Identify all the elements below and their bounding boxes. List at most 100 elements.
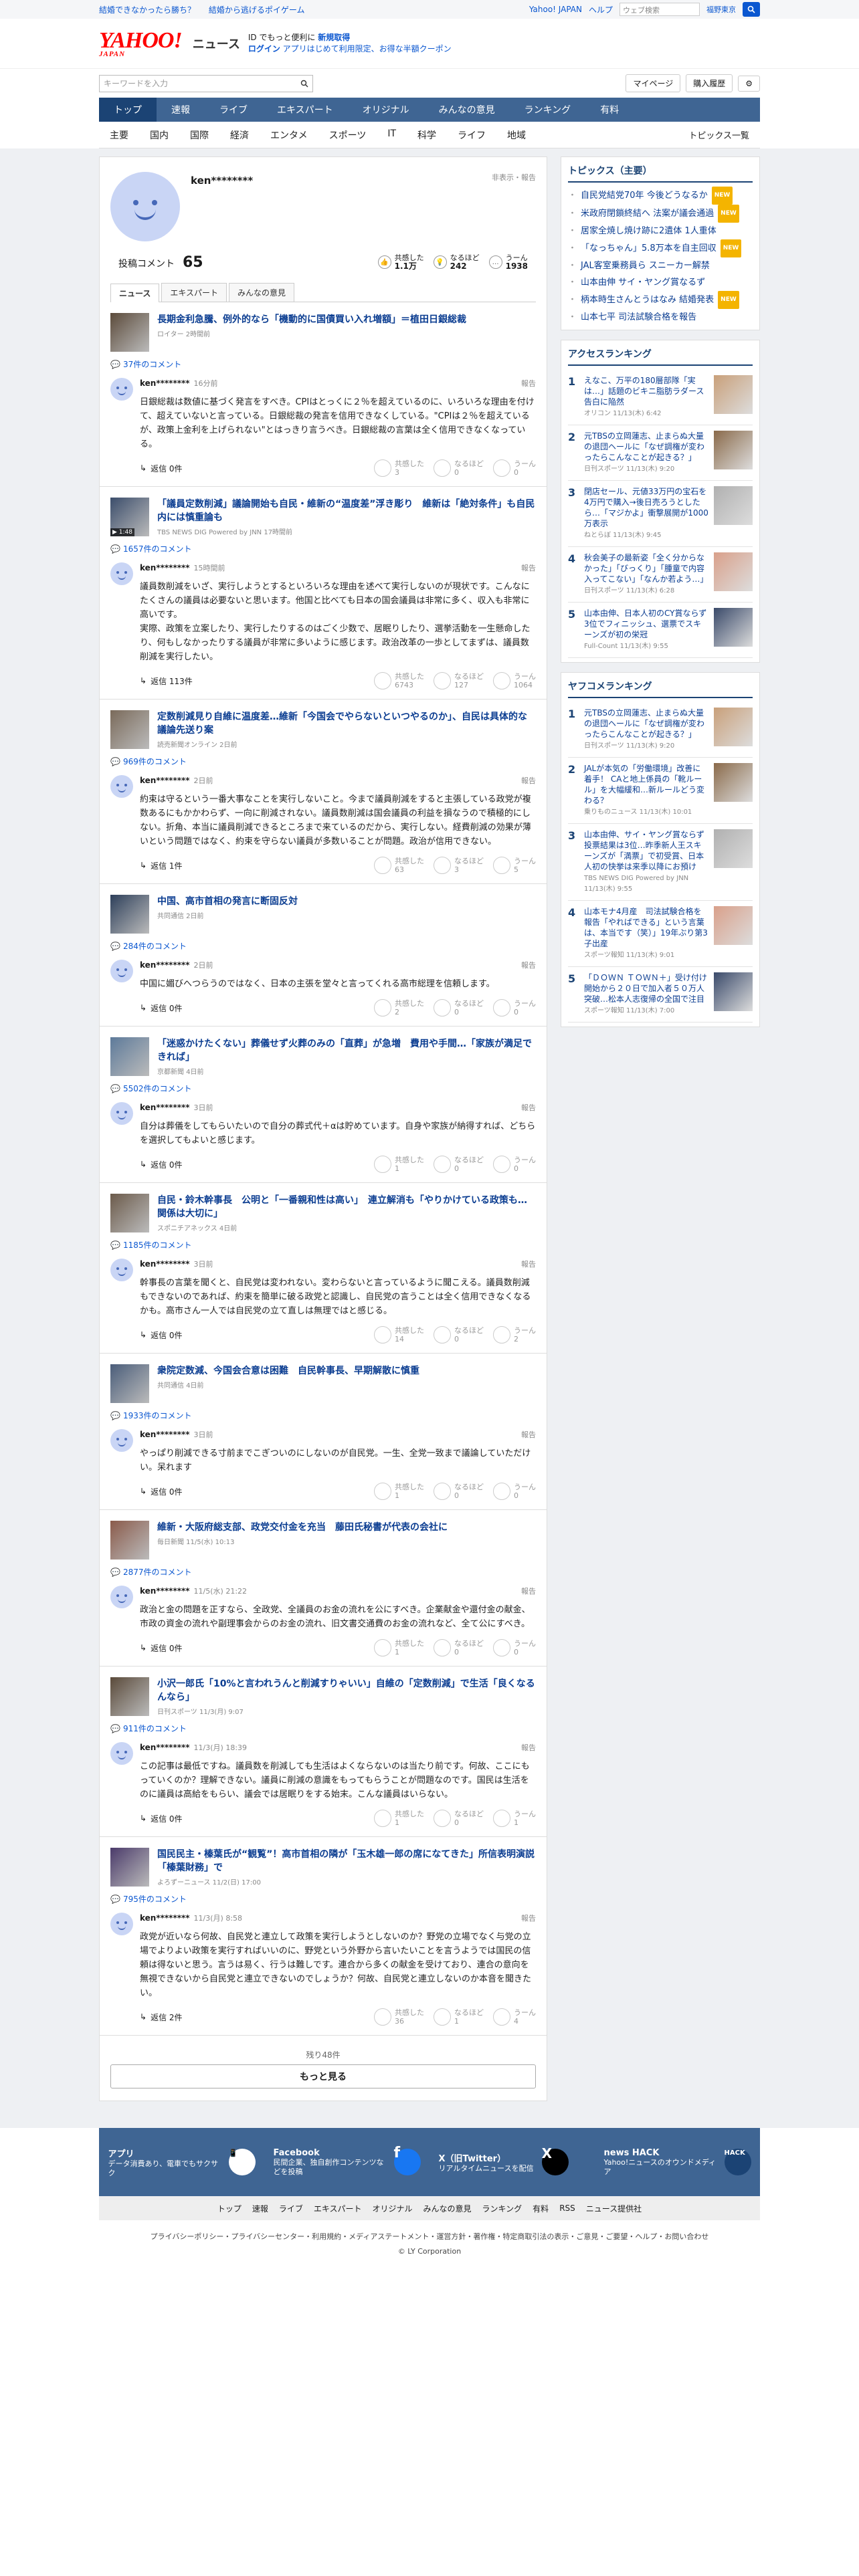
- article-link[interactable]: 小沢一郎氏「10%と言われうんと削減すりゃいい」自維の「定数削減」で生活「良くな…: [110, 1677, 536, 1716]
- comment-user[interactable]: ken********: [140, 563, 190, 572]
- reply-button[interactable]: ↳ 返信 0件: [140, 463, 183, 474]
- empathy-button[interactable]: 共感した 63: [374, 857, 424, 874]
- gnav-top[interactable]: トップ: [99, 98, 157, 122]
- hmm-button[interactable]: うーん 1: [493, 1810, 536, 1827]
- hmm-button[interactable]: うーん 2: [493, 1326, 536, 1344]
- top-link-1[interactable]: 結婚できなかったら勝ち？: [99, 5, 195, 15]
- topic-link[interactable]: JAL客室乗務員ら スニーカー解禁: [568, 257, 753, 274]
- article-title[interactable]: 「議員定数削減」議論開始も自民・維新の“温度差”浮き彫り 維新は「絶対条件」も自…: [157, 498, 536, 524]
- reply-button[interactable]: ↳ 返信 0件: [140, 1813, 183, 1824]
- yahoo-japan-link[interactable]: Yahoo! JAPAN: [529, 5, 582, 14]
- footer-nav-link[interactable]: みんなの意見: [423, 2203, 472, 2214]
- comment-count-link[interactable]: 💬 284件のコメント: [110, 940, 536, 952]
- cat-science[interactable]: 科学: [407, 128, 447, 142]
- help-link[interactable]: ヘルプ: [589, 4, 613, 15]
- comment-user[interactable]: ken********: [140, 1430, 190, 1439]
- yahoo-ranking-item[interactable]: 1 元TBSの立岡蓮志、止まらぬ大量の退団ヘールに「なぜ調権が変わったらこんなこと…: [568, 702, 753, 758]
- report-link[interactable]: 報告: [521, 1742, 536, 1753]
- report-link[interactable]: 報告: [521, 378, 536, 389]
- topics-list-link[interactable]: トピックス一覧: [678, 128, 760, 141]
- rank-title[interactable]: 山本由伸、サイ・ヤング賞ならず 投票結果は3位…昨季新人王スキーンズが「満票」で…: [584, 829, 708, 872]
- topic-link[interactable]: 居家全焼し焼け跡に2遺体 1人重体: [568, 223, 753, 239]
- cat-sports[interactable]: スポーツ: [318, 128, 377, 142]
- footer-nav-link[interactable]: エキスパート: [314, 2203, 362, 2214]
- reply-button[interactable]: ↳ 返信 0件: [140, 1002, 183, 1014]
- cat-entertainment[interactable]: エンタメ: [260, 128, 318, 142]
- reply-button[interactable]: ↳ 返信 0件: [140, 1329, 183, 1341]
- insight-button[interactable]: なるほど 0: [434, 1156, 484, 1173]
- yahoo-ranking-item[interactable]: 2 JALが本気の「労働環境」改善に着手！ CAと地上係員の「靴ルール」を大幅緩和…: [568, 758, 753, 824]
- purchase-history-button[interactable]: 購入履歴: [686, 74, 733, 92]
- empathy-button[interactable]: 共感した 36: [374, 2008, 424, 2026]
- footer-x[interactable]: X（旧Twitter） リアルタイムニュースを配信 X: [439, 2147, 586, 2175]
- comment-count-link[interactable]: 💬 37件のコメント: [110, 358, 536, 370]
- article-link[interactable]: 定数削減見り自維に温度差…維新「今国会でやらないといつやるのか」、自民は具体的な…: [110, 710, 536, 749]
- register-link[interactable]: 新規取得: [318, 33, 350, 42]
- report-link[interactable]: 報告: [521, 1259, 536, 1269]
- article-title[interactable]: 自民・鈴木幹事長 公明と「一番親和性は高い」 連立解消も「やりかけている政策も……: [157, 1194, 536, 1220]
- yahoo-logo[interactable]: YAHOO! JAPAN: [99, 29, 183, 58]
- rank-title[interactable]: 閉店セール、元値33万円の宝石を4万円で購入→後日売ろうとしたら…「マジかよ」衝…: [584, 486, 708, 529]
- insight-button[interactable]: なるほど 0: [434, 1326, 484, 1344]
- article-title[interactable]: 衆院定数減、今国会合意は困難 自民幹事長、早期解散に慎重: [157, 1364, 419, 1378]
- empathy-button[interactable]: 共感した 6743: [374, 672, 424, 689]
- legal-links[interactable]: プライバシーポリシー・プライバシーセンター・利用規約・メディアステートメント・運…: [0, 2230, 859, 2244]
- footer-facebook[interactable]: Facebook 民間企業、独自創作コンテンツなどを投稿 f: [274, 2146, 421, 2177]
- insight-button[interactable]: なるほど 3: [434, 857, 484, 874]
- footer-nav-link[interactable]: ランキング: [482, 2203, 522, 2214]
- article-title[interactable]: 中国、高市首相の発言に断固反対: [157, 895, 298, 908]
- gnav-original[interactable]: オリジナル: [348, 98, 424, 122]
- settings-gear-icon[interactable]: ⚙: [738, 75, 760, 92]
- access-ranking-item[interactable]: 3 閉店セール、元値33万円の宝石を4万円で購入→後日売ろうとしたら…「マジかよ」…: [568, 481, 753, 547]
- rank-title[interactable]: えなこ、万平の180層部隊「実は…」話題のビキニ脂肪ラダース告白に陥然: [584, 375, 708, 407]
- gnav-flash[interactable]: 速報: [157, 98, 205, 122]
- empathy-button[interactable]: 共感した 1: [374, 1810, 424, 1827]
- topic-link[interactable]: 米政府閉鎖終結へ 法案が議会通過NEW: [568, 205, 753, 223]
- area-selector[interactable]: 福野東京: [706, 4, 736, 15]
- article-title[interactable]: 長期金利急騰、例外的なら「機動的に国債買い入れ増額」＝植田日銀総裁: [157, 313, 466, 326]
- article-link[interactable]: 中国、高市首相の発言に断固反対 共同通信 2日前: [110, 895, 536, 934]
- access-ranking-item[interactable]: 5 山本由伸、日本人初のCY賞ならず 3位でフィニッシュ、選票でスキーンズが初の栄…: [568, 603, 753, 658]
- footer-nav-link[interactable]: RSS: [559, 2204, 575, 2213]
- hmm-button[interactable]: うーん 0: [493, 1483, 536, 1500]
- article-link[interactable]: 衆院定数減、今国会合意は困難 自民幹事長、早期解散に慎重 共同通信 4日前: [110, 1364, 536, 1403]
- report-link[interactable]: 報告: [521, 960, 536, 970]
- article-link[interactable]: 長期金利急騰、例外的なら「機動的に国債買い入れ増額」＝植田日銀総裁 ロイター 2時…: [110, 313, 536, 352]
- rank-title[interactable]: 山本由伸、日本人初のCY賞ならず 3位でフィニッシュ、選票でスキーンズが初の栄冠: [584, 608, 708, 640]
- rank-title[interactable]: JALが本気の「労働環境」改善に着手！ CAと地上係員の「靴ルール」を大幅緩和……: [584, 763, 708, 806]
- hmm-button[interactable]: うーん 0: [493, 1156, 536, 1173]
- cat-local[interactable]: 地域: [496, 128, 537, 142]
- empathy-button[interactable]: 共感した 1: [374, 1639, 424, 1656]
- topic-link[interactable]: 山本七平 司法試験合格を報告: [568, 309, 753, 326]
- access-ranking-item[interactable]: 2 元TBSの立岡蓮志、止まらぬ大量の退団ヘールに「なぜ調権が変わったらこんなこと…: [568, 425, 753, 481]
- rank-title[interactable]: 山本モナ4月産 司法試験合格を報告「やればできる」という言葉は、本当です（笑）」…: [584, 906, 708, 949]
- article-title[interactable]: 維新・大阪府総支部、政党交付金を充当 藤田氏秘書が代表の会社に: [157, 1521, 448, 1534]
- footer-app[interactable]: アプリ データ消費あり、電車でもサクサク 📱: [108, 2147, 256, 2178]
- insight-button[interactable]: なるほど 0: [434, 459, 484, 477]
- app-coupon-link[interactable]: アプリはじめて利用限定、お得な半額クーポン: [283, 44, 452, 53]
- comment-user[interactable]: ken********: [140, 1586, 190, 1596]
- article-link[interactable]: 自民・鈴木幹事長 公明と「一番親和性は高い」 連立解消も「やりかけている政策も……: [110, 1194, 536, 1232]
- reply-button[interactable]: ↳ 返信 113件: [140, 675, 193, 687]
- cat-it[interactable]: IT: [377, 128, 407, 142]
- topic-link[interactable]: 「なっちゃん」5.8万本を自主回収NEW: [568, 239, 753, 257]
- reply-button[interactable]: ↳ 返信 0件: [140, 1486, 183, 1497]
- service-name[interactable]: ニュース: [193, 35, 240, 52]
- article-title[interactable]: 国民民主・榛葉氏が“観覧”！高市首相の隣が「玉木雄一郎の席になてきた」所信表明演…: [157, 1848, 536, 1874]
- report-link[interactable]: 報告: [521, 775, 536, 786]
- rank-title[interactable]: 元TBSの立岡蓮志、止まらぬ大量の退団ヘールに「なぜ調権が変わったらこんなことが…: [584, 431, 708, 463]
- gnav-paid[interactable]: 有料: [585, 98, 634, 122]
- access-ranking-item[interactable]: 4 秋会美子の最新姿「全く分からなかった」「びっくり」「腫童で内容入ってこない」「…: [568, 547, 753, 603]
- article-title[interactable]: 「迷惑かけたくない」葬儀せず火葬のみの「直葬」が急増 費用や手間…「家族が満足で…: [157, 1037, 536, 1064]
- insight-button[interactable]: なるほど 0: [434, 1810, 484, 1827]
- search-button[interactable]: [743, 2, 760, 17]
- comment-count-link[interactable]: 💬 911件のコメント: [110, 1723, 536, 1734]
- web-search-input[interactable]: ウェブ検索: [619, 3, 700, 16]
- empathy-button[interactable]: 共感した 1: [374, 1483, 424, 1500]
- hmm-button[interactable]: うーん 4: [493, 2008, 536, 2026]
- cat-business[interactable]: 経済: [219, 128, 260, 142]
- footer-nav-link[interactable]: ニュース提供社: [586, 2203, 642, 2214]
- report-link[interactable]: 報告: [521, 562, 536, 573]
- report-link[interactable]: 報告: [521, 1102, 536, 1113]
- yahoo-ranking-item[interactable]: 4 山本モナ4月産 司法試験合格を報告「やればできる」という言葉は、本当です（笑）…: [568, 901, 753, 967]
